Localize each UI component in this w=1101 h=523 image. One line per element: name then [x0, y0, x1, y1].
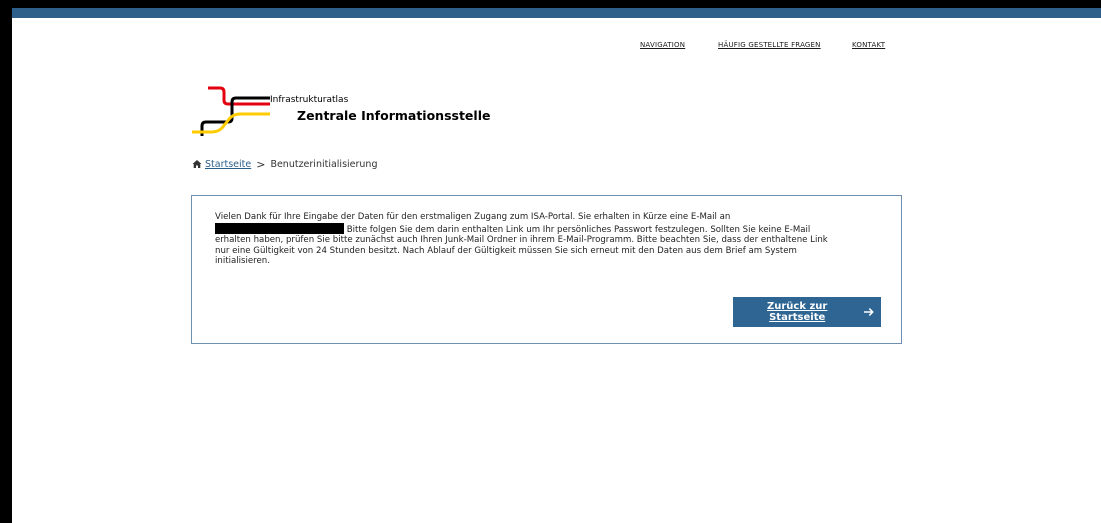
home-icon	[192, 160, 202, 168]
header-accent-bar	[12, 8, 1101, 18]
logo-graphic	[192, 86, 270, 136]
message-line-4: nur eine Gültigkeit von 24 Stunden besit…	[215, 245, 797, 256]
logo-title: Zentrale Informationsstelle	[297, 108, 491, 123]
breadcrumb-current: Benutzerinitialisierung	[270, 158, 378, 170]
message-line-5: initialisieren.	[215, 256, 270, 267]
logo-small-text: Infrastrukturatlas	[270, 95, 349, 105]
back-to-startpage-button[interactable]: Zurück zur Startseite	[733, 297, 881, 327]
message-line-2-text: Bitte folgen Sie dem darin enthalten Lin…	[344, 224, 811, 235]
nav-link-contact[interactable]: KONTAKT	[852, 41, 885, 49]
arrow-right-icon	[864, 308, 875, 316]
breadcrumb-separator: >	[256, 157, 266, 171]
window-frame-left	[0, 0, 12, 523]
breadcrumb: Startseite > Benutzerinitialisierung	[192, 157, 377, 171]
confirmation-message-text: Vielen Dank für Ihre Eingabe der Daten f…	[215, 212, 887, 267]
confirmation-message-box: Vielen Dank für Ihre Eingabe der Daten f…	[191, 195, 902, 344]
redacted-email	[215, 222, 344, 234]
back-button-label: Zurück zur Startseite	[767, 301, 828, 323]
nav-link-navigation[interactable]: NAVIGATION	[640, 41, 685, 49]
window-frame-top	[0, 0, 1101, 8]
breadcrumb-home-link[interactable]: Startseite	[205, 159, 251, 170]
message-line-1: Vielen Dank für Ihre Eingabe der Daten f…	[215, 212, 731, 222]
nav-link-faq[interactable]: HÄUFIG GESTELLTE FRAGEN	[718, 41, 821, 49]
site-logo[interactable]: Infrastrukturatlas Zentrale Informations…	[190, 84, 490, 142]
message-line-3: erhalten haben, prüfen Sie bitte zunächs…	[215, 235, 828, 246]
message-line-2: Bitte folgen Sie dem darin enthalten Lin…	[215, 222, 887, 236]
